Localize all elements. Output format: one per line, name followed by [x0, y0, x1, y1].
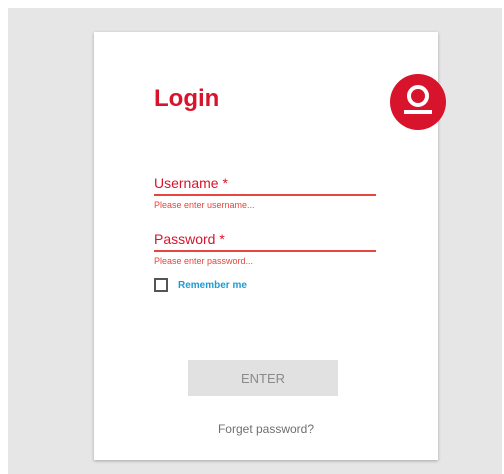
username-label: Username * [154, 175, 228, 191]
username-field[interactable]: Username * Please enter username... [154, 174, 376, 211]
forgot-password-link[interactable]: Forget password? [94, 422, 438, 436]
user-circle-icon [390, 74, 446, 130]
page-title: Login [154, 85, 220, 112]
username-underline [154, 194, 376, 196]
username-error: Please enter username... [154, 200, 255, 210]
user-head-shape [407, 85, 429, 107]
password-underline [154, 250, 376, 252]
login-card: Login Username * Please enter username..… [94, 32, 446, 460]
user-base-shape [404, 110, 432, 114]
remember-me-checkbox[interactable] [154, 278, 168, 292]
enter-button[interactable]: ENTER [188, 360, 338, 396]
remember-me-option[interactable]: Remember me [154, 278, 247, 292]
password-label: Password * [154, 231, 225, 247]
password-error: Please enter password... [154, 256, 254, 266]
remember-me-label[interactable]: Remember me [178, 280, 247, 291]
password-field[interactable]: Password * Please enter password... [154, 230, 376, 267]
